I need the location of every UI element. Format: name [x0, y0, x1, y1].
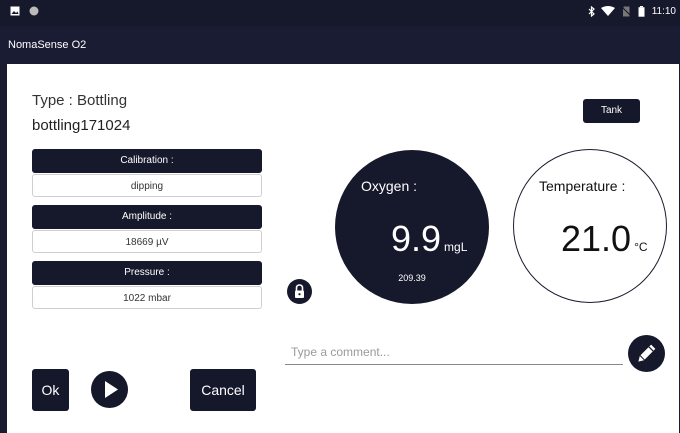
- temperature-value: 21.0: [561, 218, 632, 259]
- pencil-icon: [638, 344, 656, 362]
- status-time: 11:10: [651, 6, 676, 18]
- temperature-reading: 21.0 °C: [561, 218, 648, 260]
- oxygen-label: Oxygen :: [361, 178, 418, 194]
- play-icon: [105, 381, 118, 398]
- edit-button[interactable]: [628, 335, 665, 372]
- temperature-unit: °C: [634, 240, 648, 254]
- app-bar: NomaSense O2: [0, 26, 680, 64]
- temperature-gauge: Temperature : 21.0 °C: [513, 149, 667, 303]
- tank-button[interactable]: Tank: [583, 99, 640, 123]
- status-left-icons: [10, 6, 39, 17]
- measurement-name: bottling171024: [32, 117, 131, 134]
- lock-button[interactable]: [287, 279, 312, 304]
- calibration-value: dipping: [32, 174, 262, 197]
- calibration-header: Calibration :: [32, 149, 262, 173]
- battery-icon: [638, 6, 645, 17]
- status-right: 11:10: [588, 5, 676, 18]
- oxygen-value: 9.9: [391, 218, 442, 259]
- comment-input[interactable]: [285, 339, 623, 365]
- pressure-value: 1022 mbar: [32, 286, 262, 309]
- app-title: NomaSense O2: [8, 39, 87, 51]
- amplitude-header: Amplitude :: [32, 205, 262, 229]
- bluetooth-icon: [588, 5, 595, 18]
- lock-icon: [295, 284, 304, 298]
- play-button[interactable]: [91, 371, 128, 408]
- amplitude-value: 18669 µV: [32, 230, 262, 253]
- oxygen-unit: mgL: [444, 240, 468, 254]
- pressure-header: Pressure :: [32, 261, 262, 285]
- status-bar: 11:10: [0, 0, 680, 26]
- measurement-type: Type : Bottling: [32, 92, 128, 109]
- oxygen-sub-value: 209.39: [398, 273, 426, 283]
- no-sim-icon: [621, 6, 632, 17]
- oxygen-reading: 9.9 mgL: [391, 218, 467, 260]
- ok-button[interactable]: Ok: [32, 369, 69, 411]
- wifi-icon: [601, 6, 616, 16]
- image-icon: [10, 6, 20, 16]
- temperature-label: Temperature :: [539, 178, 626, 194]
- circle-icon: [29, 6, 39, 16]
- oxygen-gauge: Oxygen : 9.9 mgL 209.39: [335, 150, 489, 304]
- cancel-button[interactable]: Cancel: [190, 369, 256, 411]
